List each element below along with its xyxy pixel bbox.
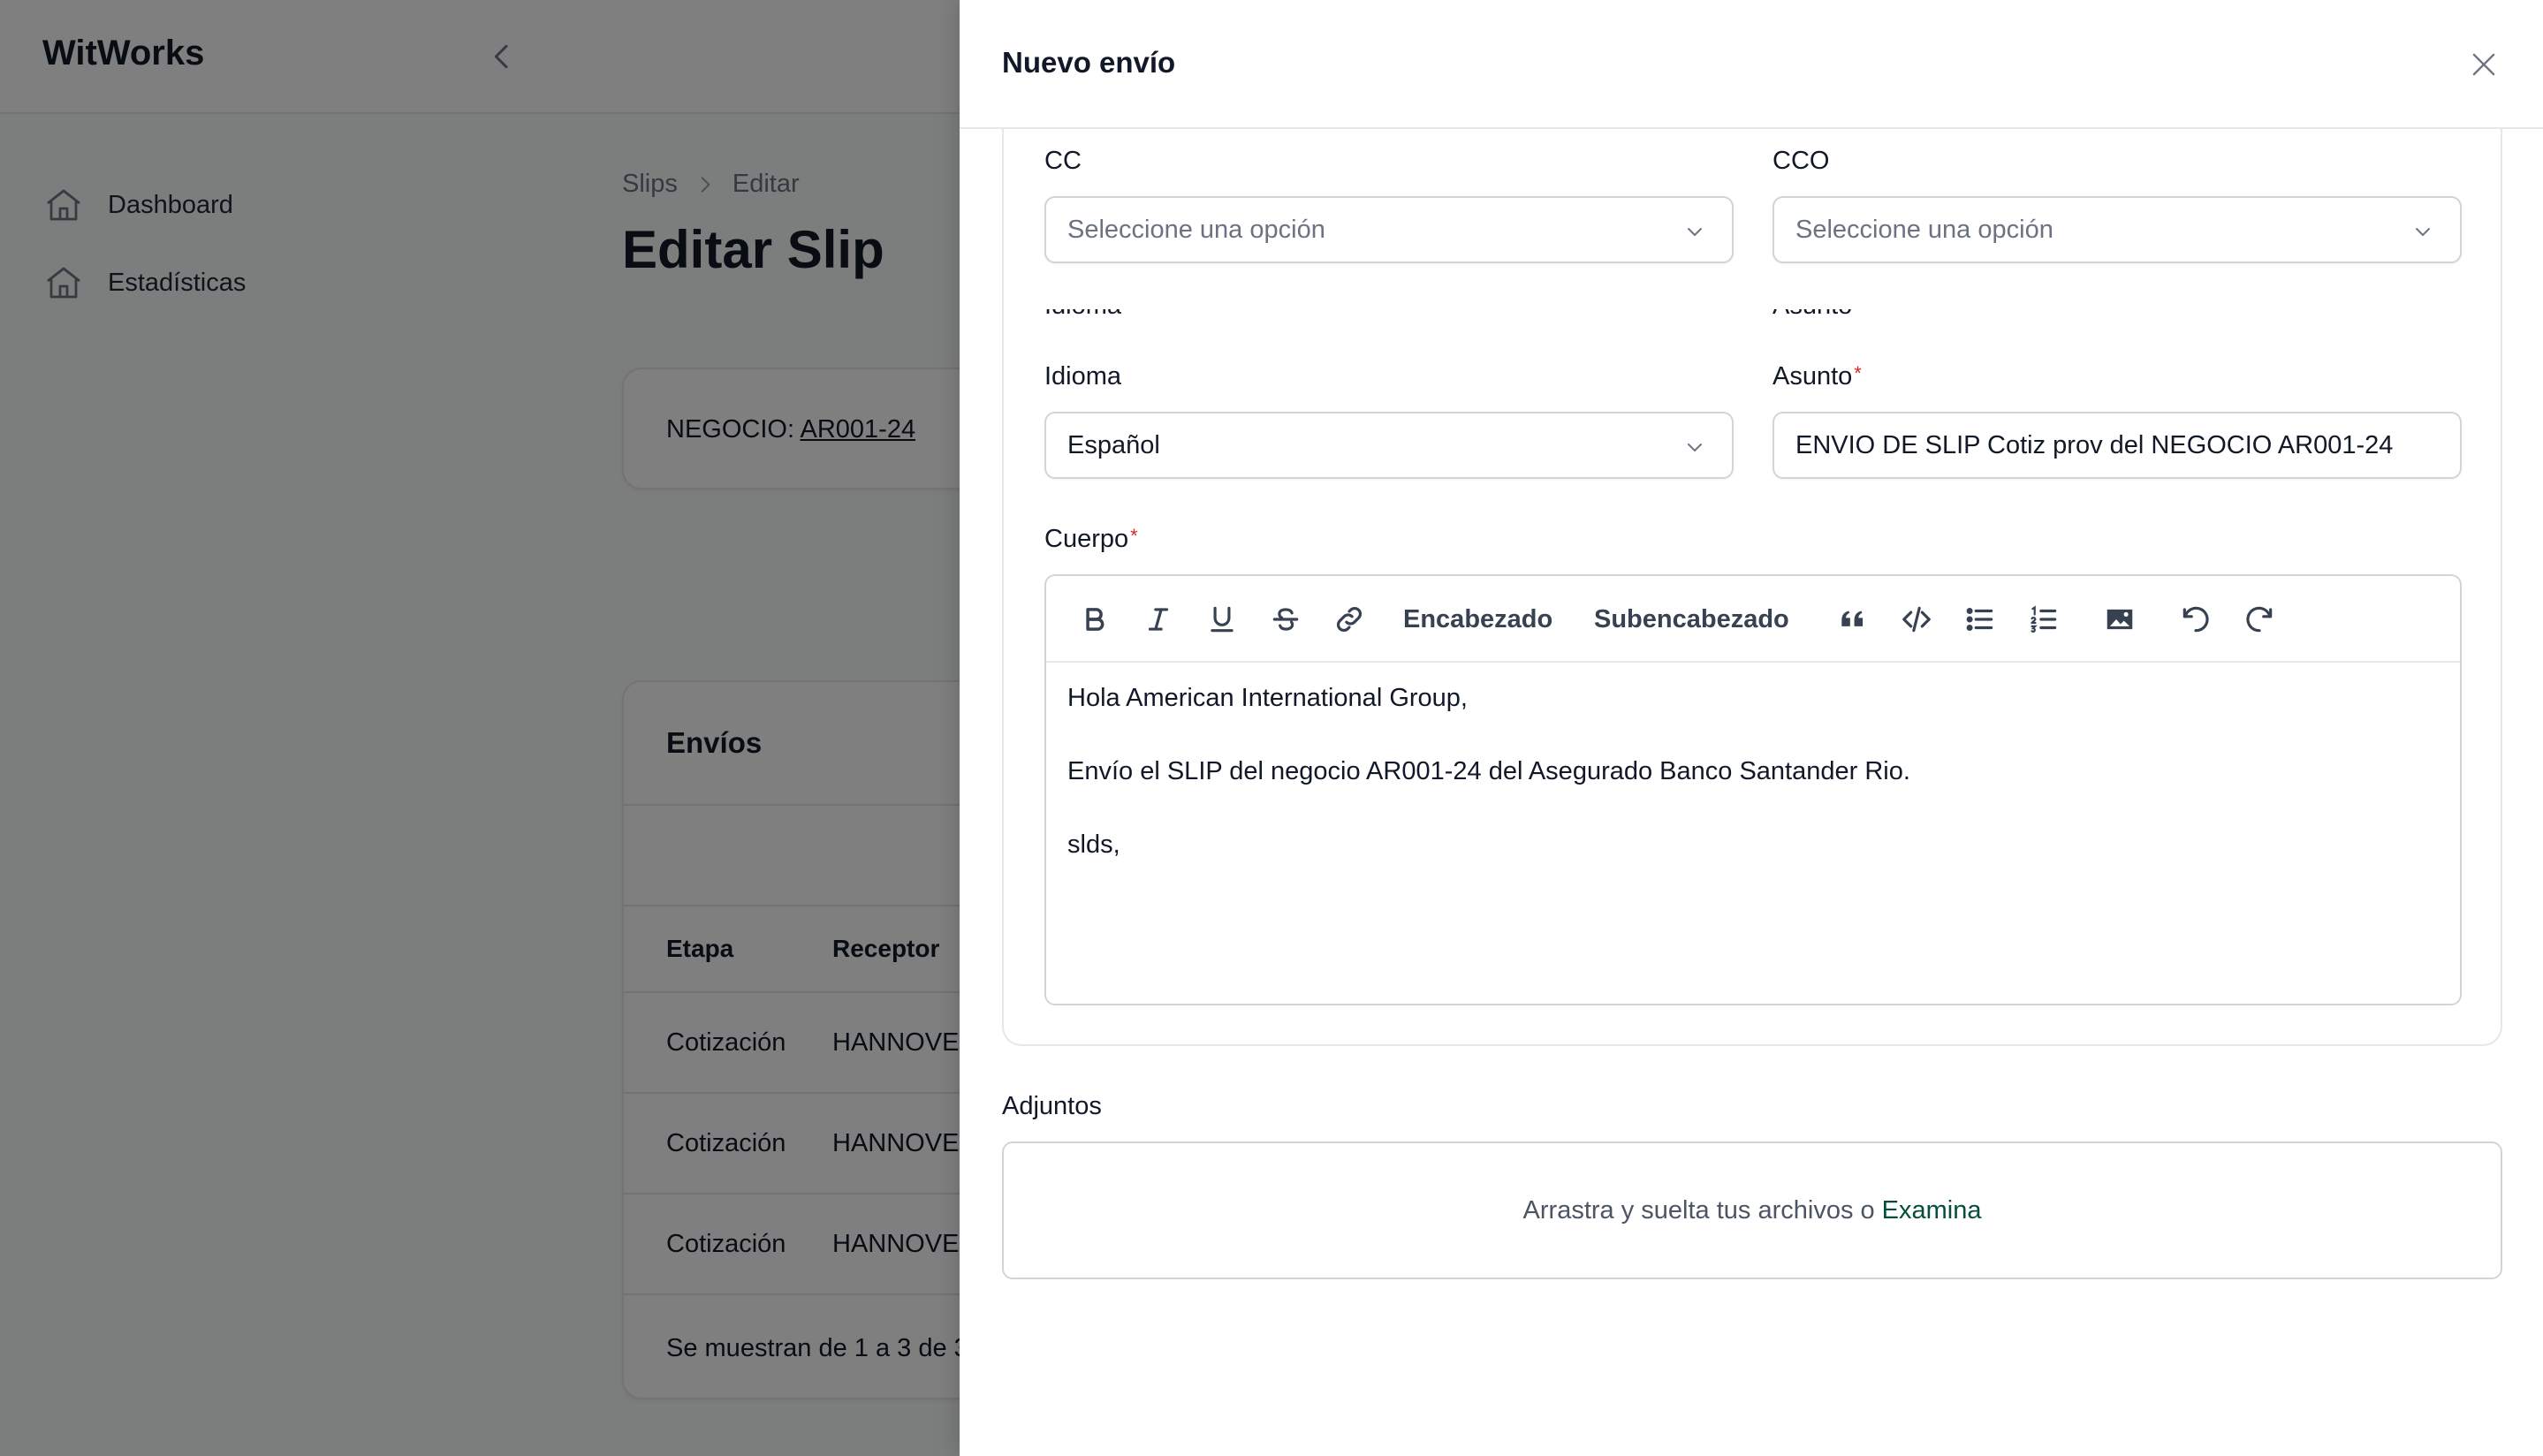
asunto-input[interactable]: ENVIO DE SLIP Cotiz prov del NEGOCIO AR0… <box>1773 412 2462 479</box>
required-asterisk: * <box>1130 525 1138 547</box>
file-dropzone[interactable]: Arrastra y suelta tus archivos o Examina <box>1002 1141 2502 1279</box>
clipped-asunto-label: Asunto* <box>1773 309 2126 322</box>
editor-line: slds, <box>1067 830 1120 859</box>
asunto-label: Asunto* <box>1773 362 1862 391</box>
cco-select[interactable]: Seleccione una opción <box>1773 196 2462 263</box>
clipped-idioma-label: Idioma <box>1044 309 1398 322</box>
link-icon <box>1337 607 1362 632</box>
bold-button[interactable] <box>1074 599 1115 640</box>
cco-label: CCO <box>1773 147 1830 175</box>
chevron-down-icon <box>1688 228 1702 236</box>
subheading-button[interactable]: Subencabezado <box>1594 599 1789 640</box>
editor-line: Envío el SLIP del negocio AR001-24 del A… <box>1067 757 1910 785</box>
strikethrough-button[interactable] <box>1265 599 1306 640</box>
required-asterisk: * <box>1854 362 1862 384</box>
cc-label: CC <box>1044 147 1082 175</box>
underline-icon <box>1211 606 1234 633</box>
editor-content[interactable]: Hola American International Group, Envío… <box>1067 680 1910 900</box>
idioma-label: Idioma <box>1044 362 1122 391</box>
cc-select[interactable]: Seleccione una opción <box>1044 196 1734 263</box>
email-form-card: CC Seleccione una opción CCO Seleccione … <box>1002 129 2502 1046</box>
image-icon <box>2107 609 2133 630</box>
panel-title: Nuevo envío <box>1002 46 1176 79</box>
adjuntos-label: Adjuntos <box>1002 1092 1102 1120</box>
idioma-select[interactable]: Español <box>1044 412 1734 479</box>
bullet-list-button[interactable] <box>1960 599 2000 640</box>
underline-button[interactable] <box>1202 599 1242 640</box>
code-icon <box>1902 606 1931 633</box>
quote-icon <box>1841 610 1864 626</box>
bullet-list-icon <box>1966 608 1993 631</box>
chevron-down-icon <box>1688 444 1702 451</box>
bold-icon <box>1086 608 1104 631</box>
heading-button[interactable]: Encabezado <box>1403 599 1552 640</box>
panel-header: Nuevo envío <box>960 0 2543 129</box>
editor-line: Hola American International Group, <box>1067 684 1468 712</box>
cc-placeholder: Seleccione una opción <box>1067 215 1325 244</box>
undo-button[interactable] <box>2175 599 2216 640</box>
rich-text-editor: Encabezado Subencabezado Hola American I… <box>1044 574 2462 1005</box>
close-icon <box>2472 53 2495 76</box>
strikethrough-icon <box>1272 608 1299 631</box>
image-button[interactable] <box>2099 599 2140 640</box>
numbered-list-button[interactable] <box>2023 599 2064 640</box>
numbered-list-icon <box>2031 605 2057 633</box>
chevron-down-icon <box>2416 228 2430 236</box>
undo-icon <box>2182 606 2209 633</box>
nuevo-envio-panel: Nuevo envío CC Seleccione una opción CCO… <box>960 0 2543 1456</box>
code-button[interactable] <box>1894 599 1939 640</box>
link-button[interactable] <box>1327 599 1371 640</box>
italic-icon <box>1148 608 1169 631</box>
blockquote-button[interactable] <box>1833 599 1873 640</box>
cco-placeholder: Seleccione una opción <box>1795 215 2053 244</box>
italic-button[interactable] <box>1138 599 1179 640</box>
idioma-value: Español <box>1067 430 1160 459</box>
dropzone-text: Arrastra y suelta tus archivos o <box>1522 1195 1875 1225</box>
redo-icon <box>2246 606 2273 633</box>
redo-button[interactable] <box>2239 599 2280 640</box>
browse-files-link[interactable]: Examina <box>1882 1196 1982 1225</box>
close-button[interactable] <box>2462 42 2506 87</box>
cuerpo-label: Cuerpo* <box>1044 525 1138 553</box>
editor-toolbar: Encabezado Subencabezado <box>1046 576 2460 663</box>
